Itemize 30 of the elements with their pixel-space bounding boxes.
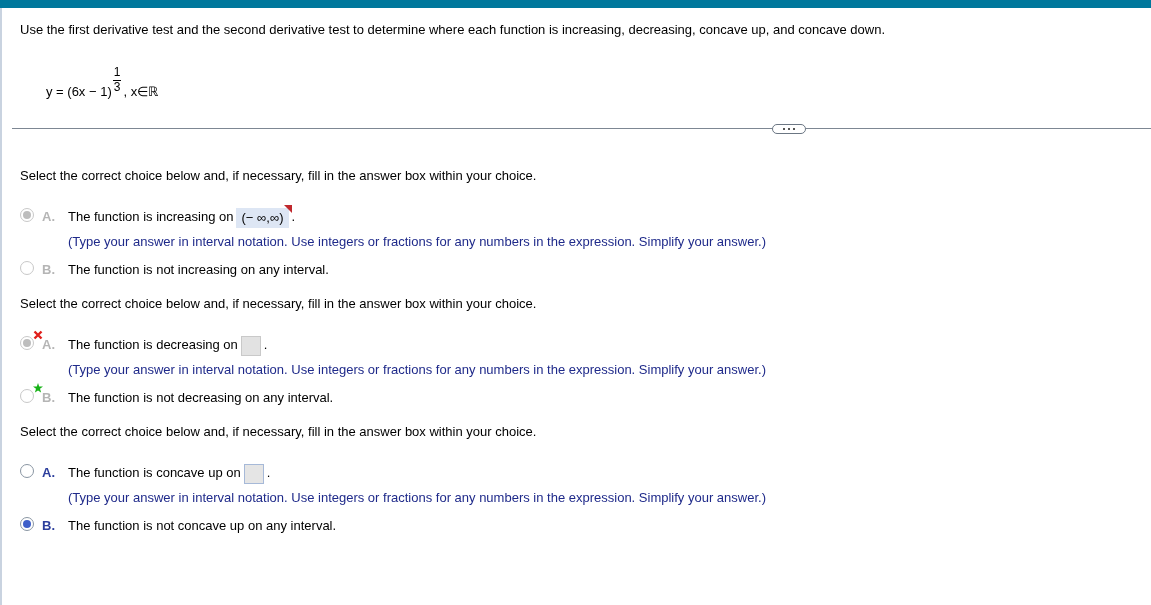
choice-text: The function is concave up on: [68, 465, 241, 481]
exponent-denominator: 3: [113, 80, 121, 93]
question-prompt: Select the correct choice below and, if necessary, fill in the answer box within your choice.: [20, 294, 538, 313]
radio-button[interactable]: [20, 464, 34, 479]
hint-text: (Type your answer in interval notation. Use integers or fractions for any numbers in the expression. Simplify your answer.): [68, 488, 766, 507]
answer-box[interactable]: [243, 463, 264, 484]
choice-text: The function is decreasing on: [68, 337, 238, 353]
choice-text: The function is not concave up on any interval.: [68, 517, 337, 536]
choice-letter: B.: [42, 517, 56, 536]
choice-letter: B.: [42, 261, 56, 280]
choice-text: The function is increasing on: [68, 209, 234, 224]
choice-text: The function is not decreasing on any interval.: [68, 389, 334, 408]
choice-letter: B.: [42, 389, 56, 408]
hint-text: (Type your answer in interval notation. Use integers or fractions for any numbers in the expression. Simplify your answer.): [68, 232, 766, 251]
period-text: .: [291, 209, 296, 224]
more-button[interactable]: [772, 123, 806, 134]
question-prompt: Select the correct choice below and, if necessary, fill in the answer box within your choice.: [20, 422, 538, 441]
period-text: .: [266, 465, 271, 481]
choice-letter: A.: [42, 208, 56, 226]
equation-domain: , x∈ℝ: [123, 83, 159, 101]
question-prompt: Select the correct choice below and, if necessary, fill in the answer box within your choice.: [20, 166, 538, 185]
hint-text: (Type your answer in interval notation. Use integers or fractions for any numbers in the expression. Simplify your answer.): [68, 360, 766, 379]
choice-text: The function is not increasing on any interval.: [68, 261, 329, 280]
instructions-text: Use the first derivative test and the second derivative test to determine where each function is increasing, decreasing, concave up, and concave down.: [20, 21, 886, 39]
choice-letter: A.: [42, 464, 56, 483]
exponent-numerator: 1: [112, 65, 122, 81]
choice-letter: A.: [42, 336, 56, 355]
period-text: .: [263, 337, 268, 353]
equation-base: y = (6x − 1): [46, 83, 112, 101]
radio-button[interactable]: [20, 517, 34, 532]
